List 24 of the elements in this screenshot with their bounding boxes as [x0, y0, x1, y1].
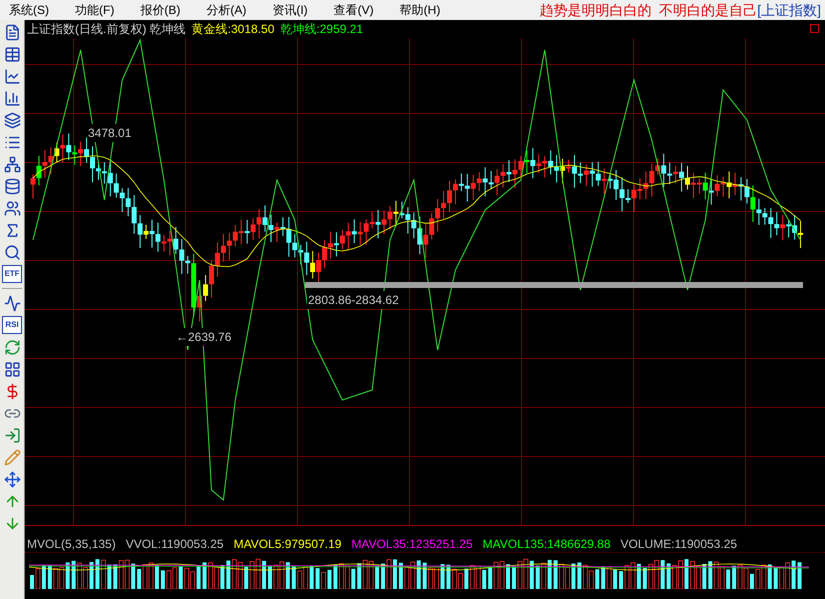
price-label: ←2639.76 — [175, 328, 232, 346]
menu-item[interactable]: 分析(A) — [206, 1, 246, 19]
volume-legend-text: MAVOL135:1486629.88 — [482, 536, 611, 553]
price-label: 2803.86-2834.62 — [307, 291, 400, 309]
indicator-value: 黄金线:3018.50 — [192, 21, 274, 38]
volume-legend-text: MAVOL35:1235251.25 — [351, 536, 473, 553]
chart-title: 上证指数(日线.前复权) 乾坤线 — [27, 21, 186, 38]
volume-legend-text: VOLUME:1190053.25 — [620, 536, 738, 553]
toolbar-button[interactable]: RSI — [2, 316, 22, 334]
indicator-value: 乾坤线:2959.21 — [280, 21, 364, 38]
menu-item[interactable]: 系统(S) — [9, 1, 49, 19]
menu-item[interactable]: 功能(F) — [75, 1, 114, 19]
volume-legend-text: MAVOL5:979507.19 — [234, 536, 342, 553]
menu-item[interactable]: 帮助(H) — [400, 1, 440, 19]
index-link[interactable]: [上证指数] — [757, 0, 821, 20]
menu-item[interactable]: 报价(B) — [140, 1, 180, 19]
volume-legend-text: VVOL:1190053.25 — [126, 536, 224, 553]
volume-legend-text: MVOL(5,35,135) — [27, 536, 116, 553]
menu-item[interactable]: 资讯(I) — [272, 1, 308, 19]
close-icon[interactable] — [810, 24, 819, 33]
toolbar-button[interactable]: ETF — [2, 265, 22, 283]
menu-item[interactable]: 查看(V) — [334, 1, 374, 19]
slogan-text: 趋势是明明白白的 不明白的是自己 — [539, 0, 758, 20]
price-label: 3478.01 — [87, 124, 132, 142]
